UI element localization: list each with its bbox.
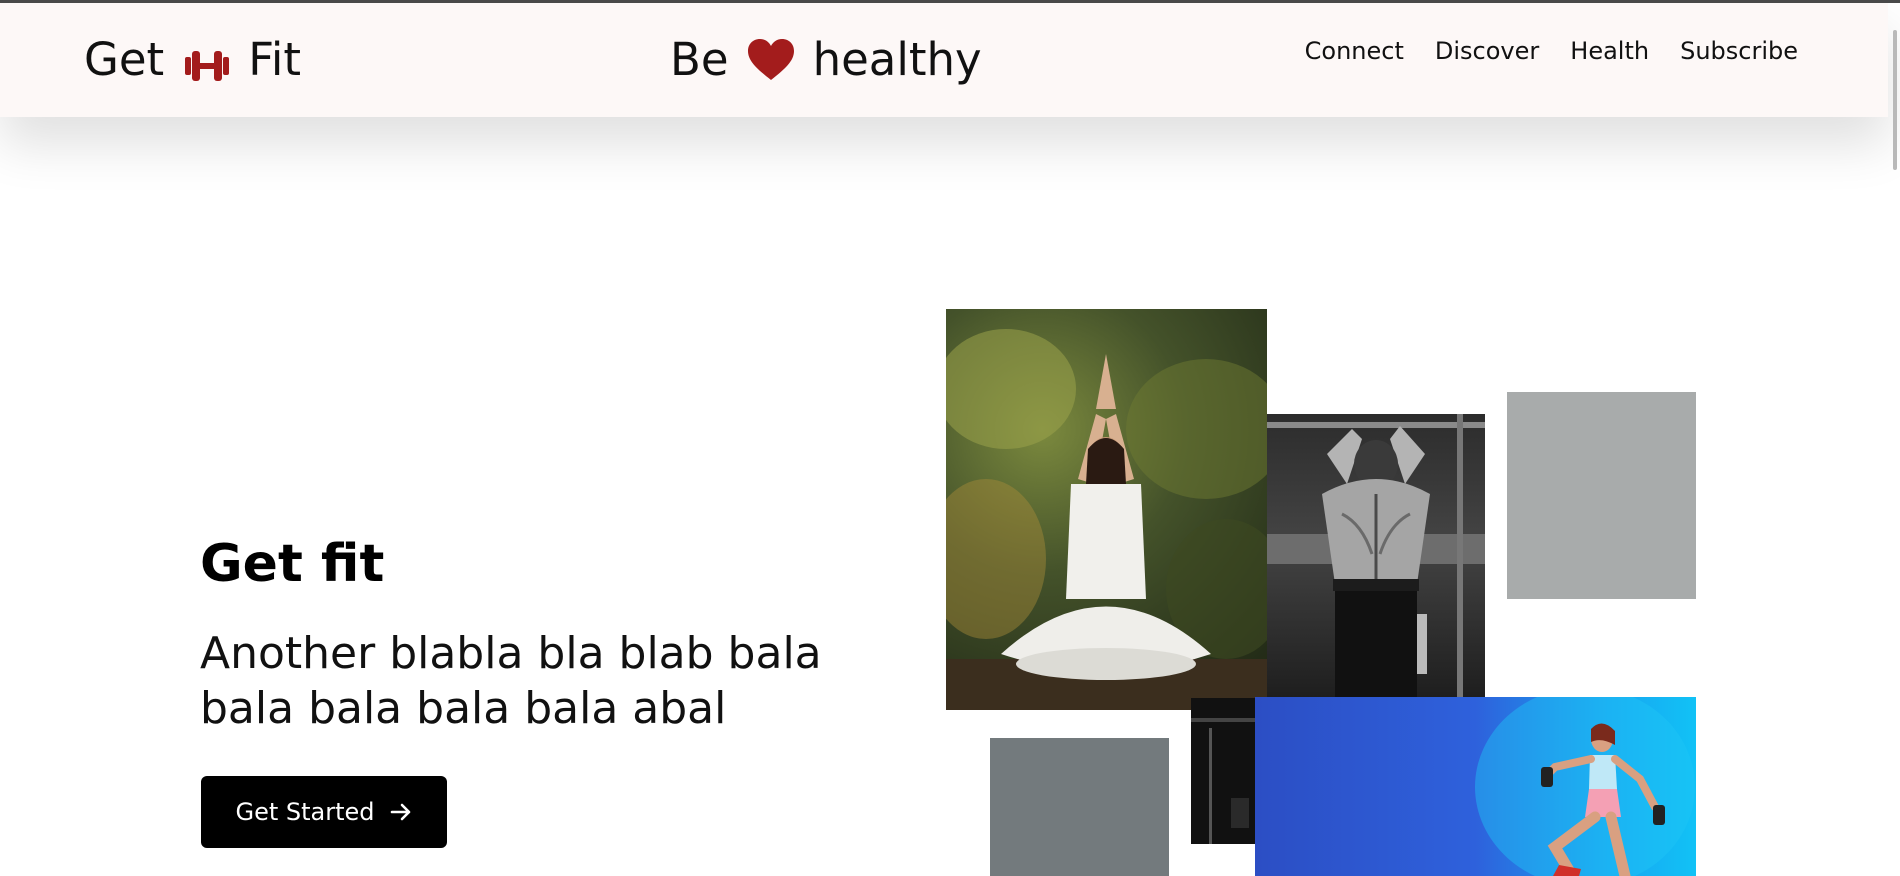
yoga-woman-photo — [946, 309, 1267, 710]
hero-title: Get fit — [200, 534, 385, 594]
get-started-button[interactable]: Get Started — [201, 776, 447, 848]
dumbbell-workout-photo — [1255, 697, 1696, 876]
scrollbar-thumb[interactable] — [1893, 30, 1897, 170]
tagline: Be healthy — [670, 33, 982, 86]
nav-link-connect[interactable]: Connect — [1305, 37, 1404, 65]
nav-links: Connect Discover Health Subscribe — [1305, 37, 1798, 65]
image-placeholder-light — [1507, 392, 1696, 599]
arrow-right-icon — [389, 800, 413, 824]
nav-link-subscribe[interactable]: Subscribe — [1680, 37, 1798, 65]
tagline-word-healthy: healthy — [812, 33, 982, 86]
dumbbell-icon — [184, 42, 230, 81]
tagline-word-be: Be — [670, 33, 729, 86]
get-started-label: Get Started — [235, 798, 375, 826]
nav-link-discover[interactable]: Discover — [1435, 37, 1539, 65]
hero-section: Get fit Another blabla bla blab bala bal… — [200, 532, 840, 736]
heart-icon — [747, 38, 795, 82]
brand-logo[interactable]: Get Fit — [84, 33, 301, 86]
navbar: Get Fit Be healthy Connect Discover Heal… — [0, 3, 1888, 117]
gym-photo-strip — [1191, 698, 1255, 844]
muscular-back-photo — [1267, 414, 1485, 698]
image-placeholder-dark — [990, 738, 1169, 876]
brand-word-fit: Fit — [248, 33, 301, 86]
brand-word-get: Get — [84, 33, 165, 86]
hero-subtitle: Another blabla bla blab bala bala bala b… — [200, 628, 822, 734]
nav-link-health[interactable]: Health — [1570, 37, 1649, 65]
